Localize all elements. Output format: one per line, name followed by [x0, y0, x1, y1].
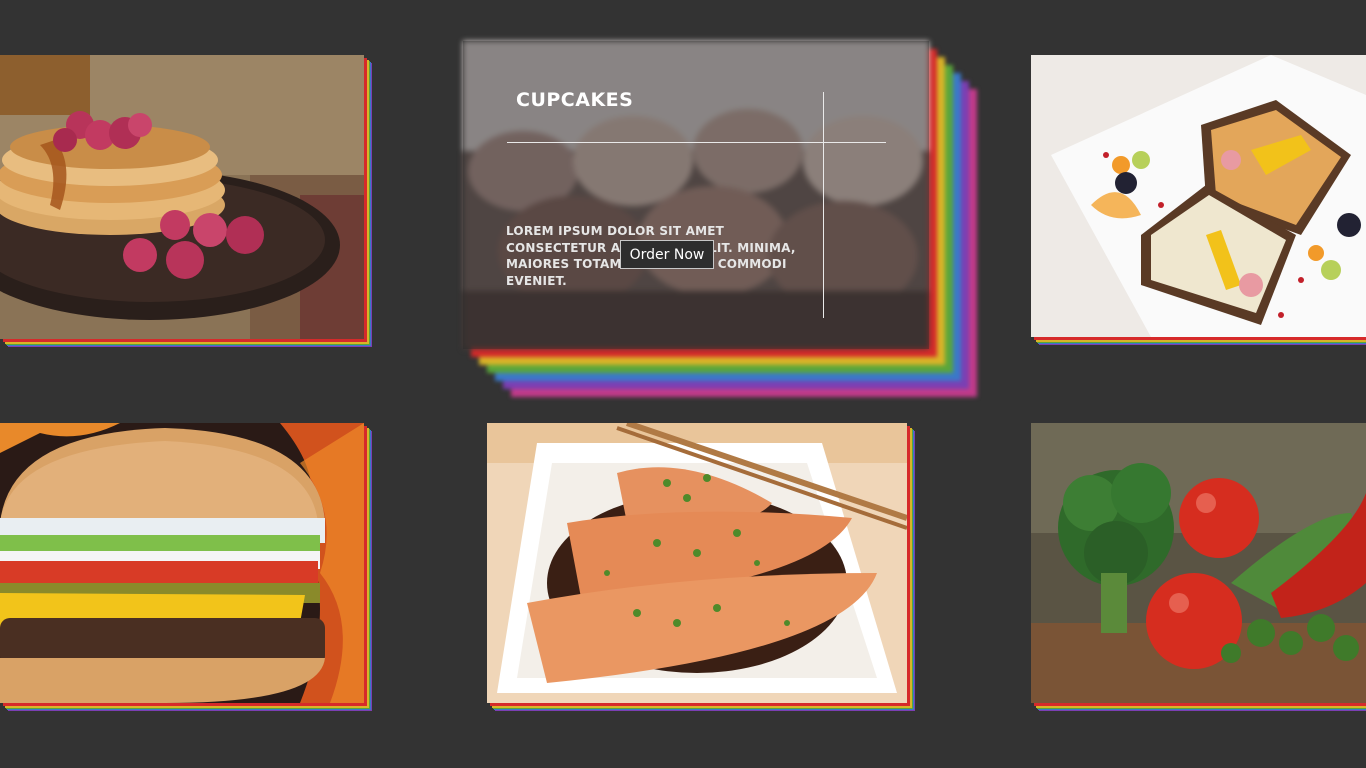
card-pancakes[interactable] — [0, 55, 372, 347]
card-cupcakes-expanded[interactable]: CUPCAKES LOREM IPSUM DOLOR SIT AMET CONS… — [463, 41, 977, 397]
card-toast[interactable] — [1031, 55, 1366, 345]
divider-vertical — [823, 92, 824, 318]
gallery-stage: CUPCAKES LOREM IPSUM DOLOR SIT AMET CONS… — [0, 0, 1366, 768]
card-burger[interactable] — [0, 423, 372, 711]
toast-photo — [1031, 55, 1366, 337]
cupcakes-overlay — [463, 41, 929, 349]
divider-horizontal — [507, 142, 886, 143]
vegetables-photo — [1031, 423, 1366, 703]
salmon-photo — [487, 423, 907, 703]
order-now-button[interactable]: Order Now — [620, 240, 714, 269]
card-vegetables[interactable] — [1031, 423, 1366, 711]
pancakes-photo — [0, 55, 364, 339]
burger-photo — [0, 423, 364, 703]
card-title: CUPCAKES — [516, 89, 634, 111]
card-salmon[interactable] — [487, 423, 915, 711]
